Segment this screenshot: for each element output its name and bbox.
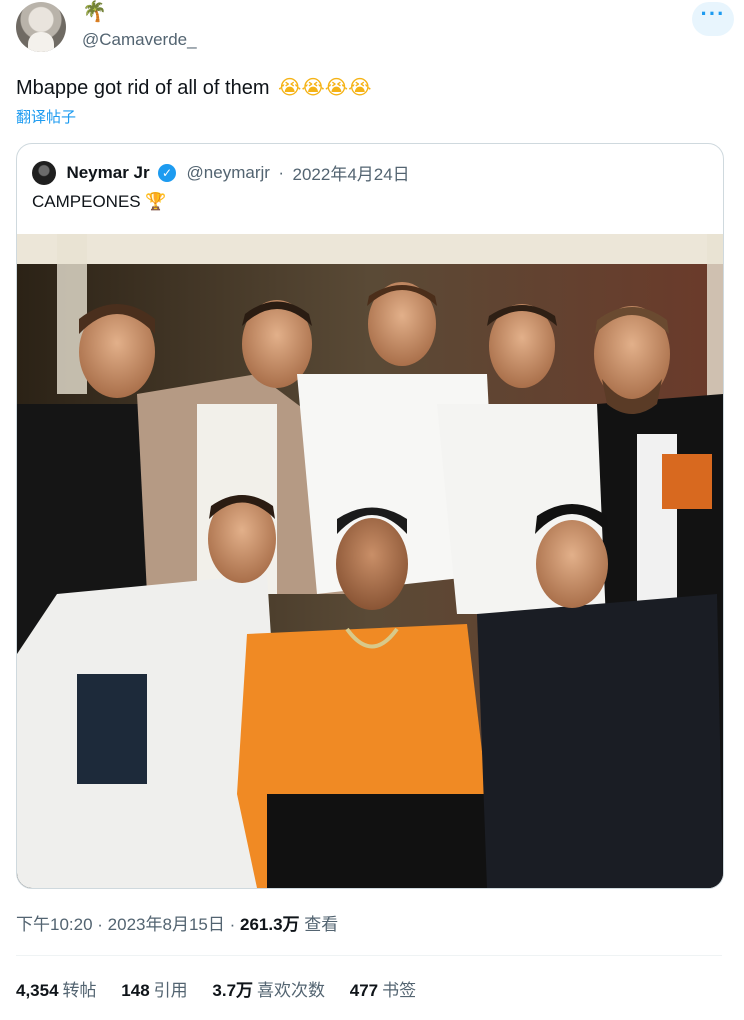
tweet-meta: 下午10:20 · 2023年8月15日 · 261.3万 查看 [16, 910, 338, 935]
divider [16, 955, 722, 956]
more-options-button[interactable]: ··· [692, 2, 734, 36]
author-avatar[interactable] [16, 2, 66, 52]
tweet-body: Mbappe got rid of all of them [16, 77, 270, 99]
bookmarks-stat[interactable]: 477 书签 [350, 976, 416, 1001]
reposts-stat[interactable]: 4,354 转帖 [16, 976, 97, 1001]
author-handle[interactable]: @Camaverde_ [82, 30, 197, 50]
separator-dot: · [229, 915, 240, 934]
separator-dot: · [278, 162, 285, 182]
quoted-tweet-date[interactable]: 2022年4月24日 [293, 160, 410, 185]
tweet-header: 🌴 @Camaverde_ ··· [16, 1, 736, 54]
views-label: 查看 [304, 915, 339, 934]
bookmarks-count: 477 [349, 981, 379, 1000]
verified-badge-icon: ✓ [158, 163, 177, 182]
quoted-tweet-card[interactable]: Neymar Jr ✓ @neymarjr · 2022年4月24日 CAMPE… [16, 143, 724, 889]
trophy-emoji: 🏆 [145, 192, 167, 211]
quoted-tweet-text: CAMPEONES 🏆 [32, 190, 167, 214]
quotes-count: 148 [121, 981, 150, 1000]
quoted-author-handle[interactable]: @neymarjr [187, 163, 270, 183]
bookmarks-label: 书签 [382, 981, 417, 1000]
quotes-label: 引用 [153, 981, 188, 1000]
translate-post-link[interactable]: 翻译帖子 [16, 106, 76, 127]
group-photo[interactable] [17, 234, 723, 888]
likes-count: 3.7万 [212, 981, 254, 1000]
quoted-author-avatar[interactable] [32, 160, 56, 185]
tweet-time[interactable]: 下午10:20 [16, 915, 93, 934]
tweet-date[interactable]: 2023年8月15日 [108, 915, 225, 934]
quoted-tweet-header: Neymar Jr ✓ @neymarjr · 2022年4月24日 [32, 160, 410, 186]
likes-stat[interactable]: 3.7万 喜欢次数 [212, 976, 325, 1001]
reposts-label: 转帖 [62, 981, 97, 1000]
crying-face-emoji: 😭😭😭😭 [278, 77, 372, 99]
engagement-stats: 4,354 转帖 148 引用 3.7万 喜欢次数 477 书签 [16, 976, 436, 1001]
quotes-stat[interactable]: 148 引用 [121, 976, 187, 1001]
quoted-tweet-body: CAMPEONES [32, 192, 141, 211]
likes-label: 喜欢次数 [257, 981, 326, 1000]
quoted-author-name[interactable]: Neymar Jr [66, 163, 149, 183]
palm-tree-emoji: 🌴 [82, 1, 107, 23]
reposts-count: 4,354 [16, 981, 59, 1000]
separator-dot: · [97, 915, 108, 934]
views-count: 261.3万 [239, 915, 300, 934]
tweet-text: Mbappe got rid of all of them 😭😭😭😭 [16, 74, 372, 102]
